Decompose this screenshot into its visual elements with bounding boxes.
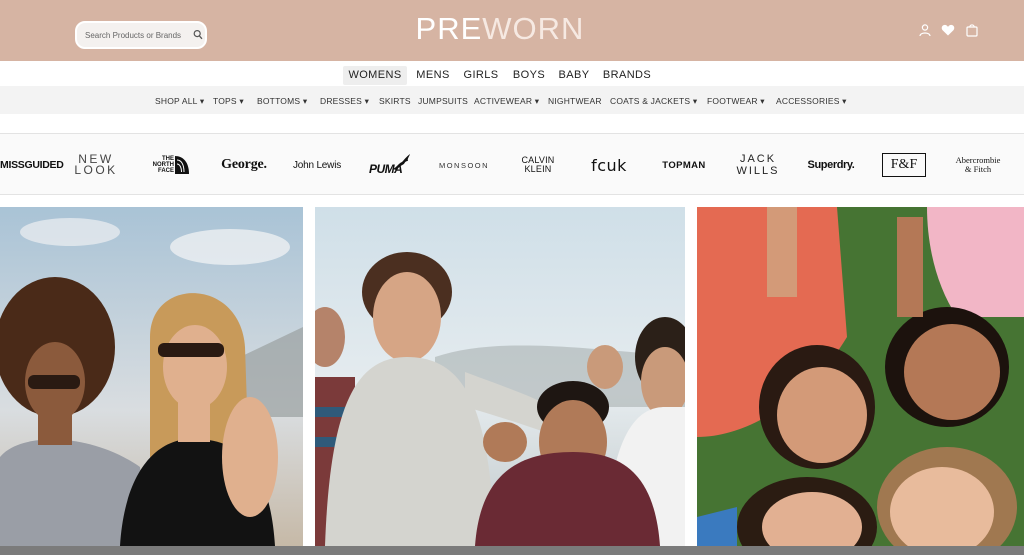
subnav-accessories[interactable]: ACCESSORIES ▾: [776, 95, 847, 107]
brand-f-and-f[interactable]: F&F: [880, 134, 928, 196]
kids-photo: [697, 207, 1024, 546]
subnav-bottoms[interactable]: BOTTOMS ▾: [257, 95, 307, 107]
subnav-activewear[interactable]: ACTIVEWEAR ▾: [474, 95, 539, 107]
brand-line: WILLS: [736, 165, 780, 177]
page-bottom-bar: [0, 546, 1024, 555]
brand-john-lewis[interactable]: John Lewis: [292, 134, 342, 196]
nav-brands[interactable]: BRANDS: [600, 66, 654, 85]
brand-abercrombie-fitch[interactable]: Abercrombie & Fitch: [952, 134, 1004, 196]
main-nav: WOMENS MENS GIRLS BOYS BABY BRANDS: [0, 61, 1024, 86]
search-icon[interactable]: [193, 29, 203, 41]
brand-line: LOOK: [74, 163, 118, 177]
brand-line: FACE: [157, 168, 174, 174]
subnav-label: FOOTWEAR: [707, 96, 758, 106]
dropdown-caret-icon: ▾: [842, 96, 847, 106]
subnav-label: SKIRTS: [379, 96, 411, 106]
subnav-footwear[interactable]: FOOTWEAR ▾: [707, 95, 765, 107]
hero-image-kids[interactable]: [697, 207, 1024, 546]
subnav-shop-all[interactable]: SHOP ALL ▾: [155, 95, 204, 107]
brand-puma[interactable]: PUMA: [368, 134, 412, 196]
brand-line: & Fitch: [964, 164, 992, 174]
dropdown-caret-icon: ▾: [760, 96, 765, 106]
brand-superdry[interactable]: Superdry.: [805, 134, 857, 196]
nav-girls[interactable]: GIRLS: [460, 66, 502, 85]
dropdown-caret-icon: ▾: [239, 96, 244, 106]
brand-new-look[interactable]: NEW LOOK: [72, 134, 120, 196]
brand-monsoon[interactable]: MONSOON: [438, 134, 490, 196]
subnav-tops[interactable]: TOPS ▾: [213, 95, 244, 107]
women-photo: [0, 207, 303, 546]
brand-calvin-klein[interactable]: CALVIN KLEIN: [516, 134, 560, 196]
hero-image-women[interactable]: [0, 207, 303, 546]
heart-icon[interactable]: [941, 23, 955, 37]
subnav-label: TOPS: [213, 96, 237, 106]
puma-logo: PUMA: [369, 154, 411, 176]
subnav-label: SHOP ALL: [155, 96, 198, 106]
nav-baby[interactable]: BABY: [555, 66, 593, 85]
subnav-dresses[interactable]: DRESSES ▾: [320, 95, 369, 107]
puma-cat-icon: [393, 154, 410, 170]
search-box[interactable]: [75, 21, 207, 49]
logo-worn: WORN: [482, 11, 585, 46]
north-face-mark-icon: [175, 156, 189, 174]
site-logo[interactable]: PREWORN: [414, 11, 586, 47]
brand-line: F&F: [882, 153, 926, 177]
brand-line: KLEIN: [524, 164, 552, 174]
brand-jack-wills[interactable]: JACK WILLS: [734, 134, 782, 196]
subnav-label: NIGHTWEAR: [548, 96, 602, 106]
brand-the-north-face[interactable]: THE NORTH FACE: [150, 134, 190, 196]
subnav-label: ACCESSORIES: [776, 96, 840, 106]
subnav-label: BOTTOMS: [257, 96, 301, 106]
dropdown-caret-icon: ▾: [302, 96, 308, 106]
brand-fcuk[interactable]: fcuk: [586, 134, 632, 196]
subnav-label: COATS & JACKETS: [610, 96, 691, 106]
brand-topman[interactable]: TOPMAN: [660, 134, 708, 196]
dropdown-caret-icon: ▾: [199, 96, 205, 106]
account-icon[interactable]: [918, 23, 932, 37]
north-face-logo: THE NORTH FACE: [151, 156, 189, 174]
brand-logo-strip: MISSGUIDED NEW LOOK THE NORTH FACE Georg…: [0, 133, 1024, 195]
hero-image-men[interactable]: [315, 207, 685, 546]
dropdown-caret-icon: ▾: [692, 96, 698, 106]
logo-pre: PRE: [415, 11, 483, 46]
brand-missguided[interactable]: MISSGUIDED: [0, 134, 64, 196]
men-photo: [315, 207, 685, 546]
nav-boys[interactable]: BOYS: [509, 66, 549, 85]
dropdown-caret-icon: ▾: [364, 96, 370, 106]
subnav-coats-jackets[interactable]: COATS & JACKETS ▾: [610, 95, 697, 107]
search-input[interactable]: [85, 28, 189, 42]
dropdown-caret-icon: ▾: [534, 96, 540, 106]
subnav-nightwear[interactable]: NIGHTWEAR: [548, 95, 602, 107]
bag-icon[interactable]: [965, 23, 979, 37]
brand-line: JACK: [739, 153, 777, 165]
site-header: PREWORN: [0, 0, 1024, 61]
subnav-jumpsuits[interactable]: JUMPSUITS: [418, 95, 468, 107]
subnav-label: JUMPSUITS: [418, 96, 468, 106]
nav-womens[interactable]: WOMENS: [343, 66, 407, 85]
nav-mens[interactable]: MENS: [412, 66, 454, 85]
subnav-label: DRESSES: [320, 96, 363, 106]
brand-george[interactable]: George.: [218, 134, 270, 196]
subnav-skirts[interactable]: SKIRTS: [379, 95, 411, 107]
subnav-label: ACTIVEWEAR: [474, 96, 533, 106]
category-nav: SHOP ALL ▾ TOPS ▾ BOTTOMS ▾ DRESSES ▾ SK…: [0, 86, 1024, 114]
